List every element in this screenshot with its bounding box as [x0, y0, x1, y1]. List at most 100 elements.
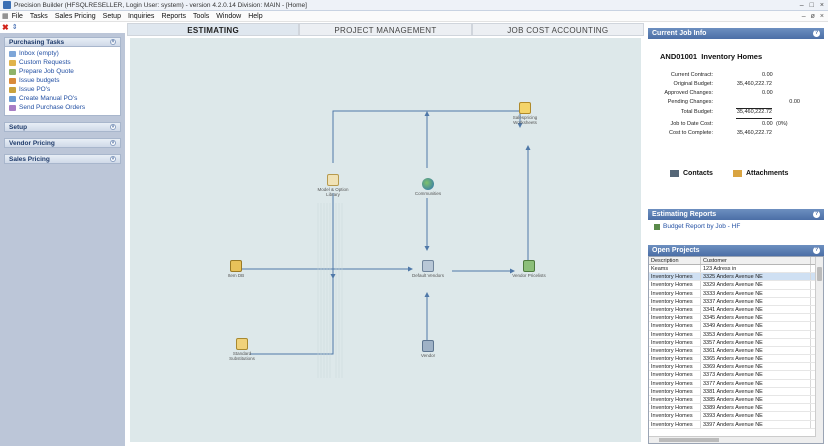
table-row[interactable]: Inventory Homes 3369 Anders Avenue NE [649, 363, 823, 372]
table-row[interactable]: Inventory Homes 3381 Anders Avenue NE [649, 387, 823, 396]
cell-description: Inventory Homes [649, 379, 701, 387]
horizontal-scrollbar[interactable] [649, 436, 816, 443]
menu-sales-pricing[interactable]: Sales Pricing [55, 13, 96, 20]
open-projects-header: Open Projects ? [648, 245, 824, 256]
vendor-node[interactable]: Vendor [409, 340, 447, 358]
table-row[interactable]: Inventory Homes 3341 Anders Avenue NE [649, 305, 823, 315]
menu-help[interactable]: Help [248, 13, 262, 20]
table-row[interactable]: Inventory Homes 3345 Anders Avenue NE [649, 314, 823, 323]
database-icon [230, 260, 242, 272]
table-row[interactable]: Keams 123 Adress in [649, 265, 823, 274]
task-issue-pos[interactable]: Issue PO's [9, 85, 116, 94]
maximize-icon[interactable]: □ [810, 2, 814, 9]
node-label: Communities [414, 191, 442, 196]
sales-pricing-header[interactable]: Sales Pricing ˅ [4, 154, 121, 164]
table-row[interactable]: Inventory Homes 3377 Anders Avenue NE [649, 379, 823, 388]
table-row[interactable]: Inventory Homes 3325 Anders Avenue NE [649, 273, 823, 282]
help-icon[interactable]: ? [813, 247, 820, 254]
task-label: Issue PO's [19, 86, 51, 93]
item-db-node[interactable]: Item DB [220, 260, 252, 278]
purchasing-tasks-header[interactable]: Purchasing Tasks ˄ [4, 37, 121, 47]
tile-icon[interactable]: ⇕ [12, 23, 18, 31]
cell-description: Inventory Homes [649, 387, 701, 395]
menu-tasks[interactable]: Tasks [30, 13, 48, 20]
expand-icon[interactable]: ˅ [110, 140, 116, 146]
node-label: Vendor [420, 353, 436, 358]
minimize-icon[interactable]: – [800, 2, 804, 9]
node-label: Salespricing Worksheets [512, 115, 538, 125]
table-row[interactable]: Inventory Homes 3397 Anders Avenue NE [649, 420, 823, 429]
menu-inquiries[interactable]: Inquiries [128, 13, 154, 20]
table-row[interactable]: Inventory Homes 3365 Anders Avenue NE [649, 355, 823, 364]
contacts-link[interactable]: Contacts [670, 170, 713, 177]
table-row[interactable]: Inventory Homes 3373 Anders Avenue NE [649, 371, 823, 380]
mdi-close-icon[interactable]: × [820, 13, 824, 20]
close-doc-icon[interactable]: ✖ [2, 23, 9, 32]
model-option-library-node[interactable]: Model & Option Library [312, 174, 354, 197]
task-custom-requests[interactable]: Custom Requests [9, 58, 116, 67]
purchasing-tasks-title: Purchasing Tasks [9, 38, 65, 46]
task-issue-budgets[interactable]: Issue budgets [9, 76, 116, 85]
tab-project-management[interactable]: PROJECT MANAGEMENT [299, 23, 472, 36]
cell-customer: 3345 Anders Avenue NE [701, 314, 811, 322]
menu-file[interactable]: File [12, 13, 23, 20]
help-icon[interactable]: ? [813, 30, 820, 37]
scroll-thumb[interactable] [659, 438, 719, 442]
col-customer[interactable]: Customer [701, 257, 811, 264]
vendor-pricing-header[interactable]: Vendor Pricing ˅ [4, 138, 121, 148]
task-send-purchase-orders[interactable]: Send Purchase Orders [9, 103, 116, 112]
tab-job-cost-accounting[interactable]: JOB COST ACCOUNTING [471, 23, 644, 36]
standard-substitutions-node[interactable]: Standard Substitutions [222, 338, 262, 361]
attachments-link[interactable]: Attachments [733, 170, 788, 177]
current-job-info-header: Current Job Info ? [648, 28, 824, 39]
expand-icon[interactable]: ˅ [110, 124, 116, 130]
app-menu-icon[interactable]: ▦ [2, 12, 9, 20]
expand-icon[interactable]: ˅ [110, 156, 116, 162]
cell-description: Inventory Homes [649, 281, 701, 289]
cell-description: Inventory Homes [649, 305, 701, 314]
communities-node[interactable]: Communities [409, 178, 447, 196]
table-row[interactable]: Inventory Homes 3349 Anders Avenue NE [649, 322, 823, 331]
tab-estimating[interactable]: ESTIMATING [127, 23, 300, 36]
mdi-minimize-icon[interactable]: – [802, 13, 806, 20]
vertical-scrollbar[interactable] [815, 257, 823, 443]
table-row[interactable]: Inventory Homes 3329 Anders Avenue NE [649, 281, 823, 290]
collapse-icon[interactable]: ˄ [110, 39, 116, 45]
table-row[interactable]: Inventory Homes 3385 Anders Avenue NE [649, 396, 823, 405]
budget-icon [9, 77, 16, 84]
col-description[interactable]: Description [649, 257, 701, 264]
table-row[interactable]: Inventory Homes 3393 Anders Avenue NE [649, 412, 823, 421]
table-row[interactable]: Inventory Homes 3353 Anders Avenue NE [649, 330, 823, 339]
help-icon[interactable]: ? [813, 211, 820, 218]
cell-customer: 3385 Anders Avenue NE [701, 396, 811, 404]
setup-header[interactable]: Setup ˅ [4, 122, 121, 132]
table-row[interactable]: Inventory Homes 3337 Anders Avenue NE [649, 297, 823, 306]
cell-customer: 123 Adress in [701, 265, 811, 273]
mdi-restore-icon[interactable]: ø [811, 13, 815, 20]
panel-title: Current Job Info [652, 30, 707, 37]
close-icon[interactable]: × [820, 2, 824, 9]
cell-customer: 3361 Anders Avenue NE [701, 346, 811, 355]
task-create-manual-pos[interactable]: Create Manual PO's [9, 94, 116, 103]
menu-setup[interactable]: Setup [103, 13, 121, 20]
scroll-thumb[interactable] [817, 267, 822, 281]
menu-window[interactable]: Window [216, 13, 241, 20]
open-projects-grid[interactable]: Description Customer Keams 123 Adress in I… [648, 256, 824, 444]
total-budget-value: 35,460,222.72 [736, 109, 772, 115]
task-inbox[interactable]: Inbox (empty) [9, 49, 116, 58]
table-row[interactable]: Inventory Homes 3357 Anders Avenue NE [649, 338, 823, 347]
vendor-pricelists-node[interactable]: Vendor Pricelists [510, 260, 548, 278]
table-row[interactable]: Inventory Homes 3333 Anders Avenue NE [649, 289, 823, 298]
send-icon [9, 104, 16, 111]
cell-description: Inventory Homes [649, 330, 701, 338]
menu-tools[interactable]: Tools [193, 13, 209, 20]
task-prepare-job-quote[interactable]: Prepare Job Quote [9, 67, 116, 76]
table-row[interactable]: Inventory Homes 3389 Anders Avenue NE [649, 404, 823, 413]
grid-rows: Keams 123 Adress in Inventory Homes 3325 An… [649, 265, 823, 429]
default-vendors-node[interactable]: Default Vendors [409, 260, 447, 278]
budget-report-link[interactable]: Budget Report by Job - HF [654, 223, 818, 230]
menu-reports[interactable]: Reports [161, 13, 186, 20]
table-row[interactable]: Inventory Homes 3361 Anders Avenue NE [649, 346, 823, 356]
salespricing-worksheets-node[interactable]: Salespricing Worksheets [505, 102, 545, 125]
cell-customer: 3397 Anders Avenue NE [701, 420, 811, 428]
